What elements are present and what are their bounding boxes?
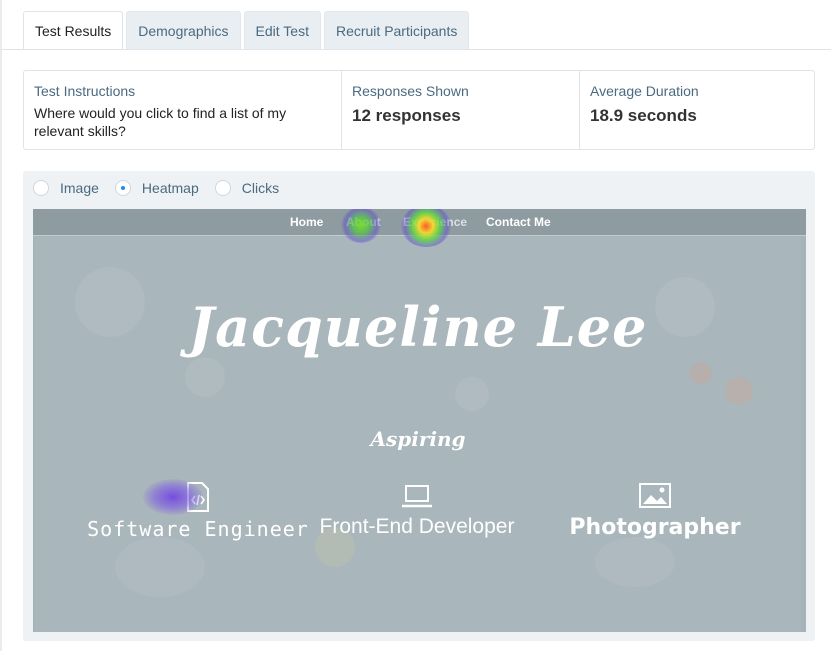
nav-link-about: About [346,215,381,229]
bokeh-light [595,537,675,587]
left-border [0,0,2,651]
view-option-heatmap[interactable]: Heatmap [114,180,199,196]
responses-label: Responses Shown [352,83,469,99]
site-navbar: Home About Experience Contact Me [33,209,806,236]
role-software-engineer: Software Engineer [65,481,331,541]
duration-cell: Average Duration 18.9 seconds [580,71,814,149]
view-option-clicks[interactable]: Clicks [214,180,280,196]
results-panel: Image Heatmap Clicks Home About Experien… [23,171,815,641]
tab-bar: Test Results Demographics Edit Test Recr… [23,11,470,50]
heatmap-radio[interactable] [114,180,131,196]
image-icon [639,483,671,508]
role-label: Software Engineer [87,517,309,541]
duration-label: Average Duration [590,83,699,99]
role-label: Front-End Developer [319,515,515,538]
site-hero: Jacqueline Lee Aspiring Software Enginee… [35,237,801,632]
site-name: Jacqueline Lee [188,295,648,359]
role-label: Photographer [569,515,741,540]
nav-link-experience: Experience [403,215,468,229]
view-option-image[interactable]: Image [33,180,99,196]
test-summary: Test Instructions Where would you click … [23,70,815,150]
test-screenshot[interactable]: Home About Experience Contact Me Jacquel… [33,209,806,632]
role-front-end-developer: Front-End Developer [307,483,527,539]
responses-value: 12 responses [352,106,461,125]
tab-edit-test[interactable]: Edit Test [243,11,321,49]
nav-link-contact: Contact Me [486,215,551,229]
duration-value: 18.9 seconds [590,106,697,125]
responses-cell: Responses Shown 12 responses [342,71,580,149]
instructions-label: Test Instructions [34,83,136,99]
instructions-text: Where would you click to find a list of … [34,105,287,139]
bokeh-light [185,357,225,397]
tab-recruit-participants[interactable]: Recruit Participants [323,11,470,49]
role-photographer: Photographer [555,481,755,540]
laptop-icon [402,485,432,508]
code-file-icon [187,482,209,512]
bokeh-light [115,537,205,597]
site-tagline: Aspiring [370,427,466,451]
clicks-option-label: Clicks [241,180,280,196]
instructions-cell: Test Instructions Where would you click … [24,71,342,149]
bokeh-light [455,377,489,411]
image-option-label: Image [60,180,99,196]
tab-demographics[interactable]: Demographics [126,11,241,49]
nav-link-home: Home [290,215,324,229]
image-radio[interactable] [33,180,49,196]
tab-test-results[interactable]: Test Results [23,11,124,50]
heatmap-option-label: Heatmap [141,180,199,196]
tab-divider [2,49,831,50]
clicks-radio[interactable] [214,180,231,196]
bokeh-light [725,377,753,405]
view-options: Image Heatmap Clicks [33,180,295,196]
bokeh-light [690,362,712,384]
